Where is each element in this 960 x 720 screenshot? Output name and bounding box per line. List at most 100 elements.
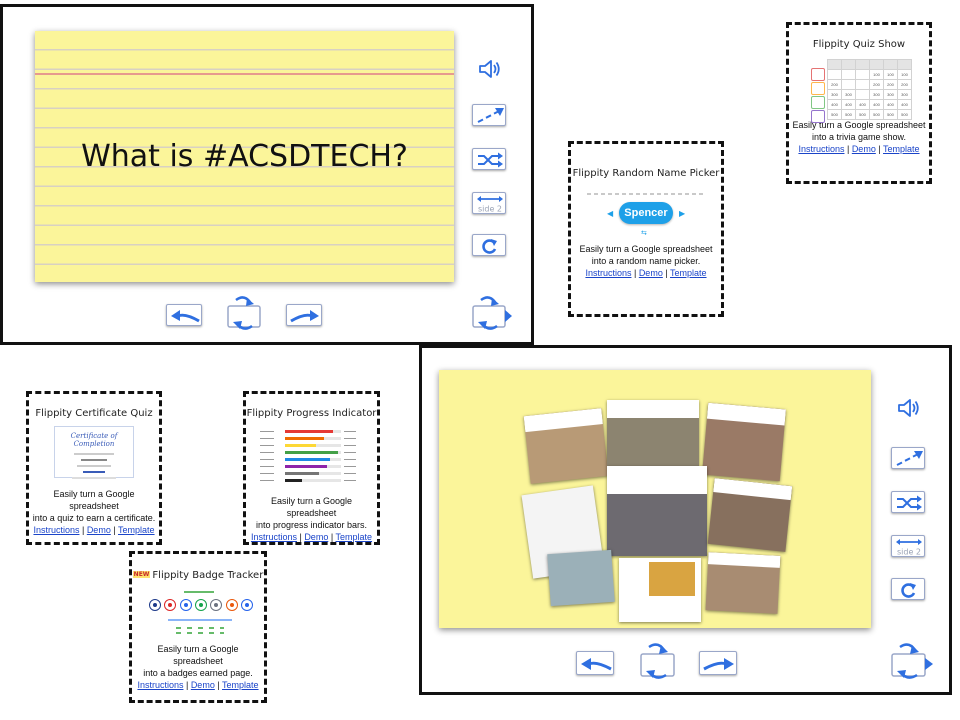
flashcard[interactable]: What is #ACSDTECH? <box>35 31 454 282</box>
speaker-icon[interactable] <box>477 57 503 81</box>
previous-button[interactable] <box>576 651 614 675</box>
badge-title: Flippity Badge Tracker <box>152 570 264 581</box>
svg-text:side 2: side 2 <box>897 548 921 557</box>
side-2-button[interactable]: side 2 <box>891 535 925 557</box>
quiz-show-demo-link[interactable]: Demo <box>852 144 876 154</box>
picker-next-arrow[interactable]: ▶ <box>679 209 685 218</box>
progress-bar-row <box>260 435 377 442</box>
quiz-show-links: Instructions | Demo | Template <box>798 144 920 154</box>
auto-advance-button[interactable] <box>471 295 513 331</box>
progress-bar-row <box>260 428 377 435</box>
progress-bar-row <box>260 442 377 449</box>
flip-icon: side 2 <box>896 539 922 557</box>
progress-bar-track <box>285 451 341 454</box>
badge-template-link[interactable]: Template <box>222 680 259 690</box>
badge-icon <box>225 599 238 611</box>
badge-desc-2: into a badges earned page. <box>143 668 253 678</box>
auto-advance-button[interactable] <box>890 642 934 680</box>
badge-links: Instructions | Demo | Template <box>137 680 259 690</box>
new-badge: NEW <box>132 571 151 578</box>
quiz-show-instructions-link[interactable]: Instructions <box>798 144 844 154</box>
certificate-desc-1: Easily turn a Google spreadsheet <box>53 489 135 511</box>
picker-desc-2: into a random name picker. <box>591 256 701 266</box>
badge-icon <box>179 599 192 611</box>
progress-demo-link[interactable]: Demo <box>304 532 328 542</box>
picker-instructions-link[interactable]: Instructions <box>585 268 631 278</box>
certificate-template-link[interactable]: Template <box>118 525 155 535</box>
speaker-icon[interactable] <box>896 396 922 420</box>
shuffle-button[interactable] <box>472 148 506 170</box>
progress-template-link[interactable]: Template <box>336 532 373 542</box>
shuffle-button[interactable] <box>891 491 925 513</box>
certificate-instructions-link[interactable]: Instructions <box>33 525 79 535</box>
arrow-left-icon <box>171 310 200 323</box>
quiz-show-card: Flippity Quiz Show 100 100 100 200 200 200 20… <box>786 22 932 184</box>
progress-indicator-card: Flippity Progress Indicator Easily turn … <box>243 391 380 545</box>
progress-desc-1: Easily turn a Google spreadsheet <box>270 496 353 518</box>
picker-demo-link[interactable]: Demo <box>639 268 663 278</box>
picker-prev-arrow[interactable]: ◀ <box>607 209 613 218</box>
picker-shuffle-icon[interactable]: ⇆ <box>641 229 647 237</box>
quiz-show-desc-2: into a trivia game show. <box>811 132 907 142</box>
collage-photo <box>702 402 786 482</box>
flip-card-icon <box>227 296 261 330</box>
progress-bar-fill <box>285 479 302 482</box>
next-icon <box>472 296 512 330</box>
collage-photo <box>607 400 699 466</box>
certificate-demo-link[interactable]: Demo <box>87 525 111 535</box>
next-button[interactable] <box>699 651 737 675</box>
progress-desc-2: into progress indicator bars. <box>255 520 368 530</box>
collage-photo <box>607 466 707 556</box>
flashcard-text: What is #ACSDTECH? <box>81 139 408 174</box>
reload-button[interactable] <box>891 578 925 600</box>
quiz-show-desc-1: Easily turn a Google spreadsheet <box>792 120 926 130</box>
badge-icon <box>194 599 207 611</box>
picker-selected-name[interactable]: Spencer <box>619 202 673 224</box>
flashcard-window-top: What is #ACSDTECH? side 2 <box>0 4 534 345</box>
progress-bar-fill <box>285 437 325 440</box>
picker-thumbnail: ◀ Spencer ▶ ⇆ <box>571 181 721 243</box>
quiz-show-title: Flippity Quiz Show <box>812 39 906 50</box>
arrow-right-icon <box>290 310 319 323</box>
flip-card-button[interactable] <box>225 295 263 331</box>
flip-card-button[interactable] <box>638 642 678 680</box>
picker-title: Flippity Random Name Picker <box>572 168 720 179</box>
progress-bar-track <box>285 472 341 475</box>
progress-bar-row <box>260 449 377 456</box>
progress-instructions-link[interactable]: Instructions <box>251 532 297 542</box>
badge-demo-link[interactable]: Demo <box>191 680 215 690</box>
next-button[interactable] <box>286 304 322 326</box>
collage-card[interactable] <box>439 370 871 628</box>
side-2-button[interactable]: side 2 <box>472 192 506 214</box>
collage-photo <box>619 558 701 622</box>
flip-card-icon <box>640 643 675 679</box>
random-name-picker-card: Flippity Random Name Picker ◀ Spencer ▶ … <box>568 141 724 317</box>
reload-button[interactable] <box>472 234 506 256</box>
progress-bar-track <box>285 458 341 461</box>
progress-bar-fill <box>285 451 339 454</box>
quiz-show-template-link[interactable]: Template <box>883 144 920 154</box>
certificate-heading: Certificate of Completion <box>70 432 118 448</box>
expand-button[interactable] <box>891 447 925 469</box>
badge-icon <box>164 599 177 611</box>
flip-icon: side 2 <box>477 196 503 214</box>
expand-button[interactable] <box>472 104 506 126</box>
collage-photo <box>707 478 793 552</box>
picker-links: Instructions | Demo | Template <box>585 268 707 278</box>
certificate-desc-2: into a quiz to earn a certificate. <box>32 513 156 523</box>
collage-photo <box>705 552 781 614</box>
quiz-show-board: 100 100 100 200 200 200 200 300 300 300 300 300 4… <box>827 59 912 120</box>
badge-instructions-link[interactable]: Instructions <box>137 680 183 690</box>
progress-links: Instructions | Demo | Template <box>250 532 373 542</box>
collage-photo <box>523 408 609 484</box>
progress-bar-track <box>285 479 341 482</box>
progress-thumbnail <box>260 428 377 486</box>
certificate-quiz-card: Flippity Certificate Quiz Certificate of… <box>26 391 162 545</box>
badge-tracker-card: NEW Flippity Badge Tracker Easily turn a … <box>129 551 267 703</box>
badge-icon <box>149 599 161 611</box>
collage-photo <box>547 549 615 607</box>
progress-title: Flippity Progress Indicator <box>246 408 377 419</box>
picker-template-link[interactable]: Template <box>670 268 707 278</box>
previous-button[interactable] <box>166 304 202 326</box>
reload-icon <box>482 239 497 254</box>
